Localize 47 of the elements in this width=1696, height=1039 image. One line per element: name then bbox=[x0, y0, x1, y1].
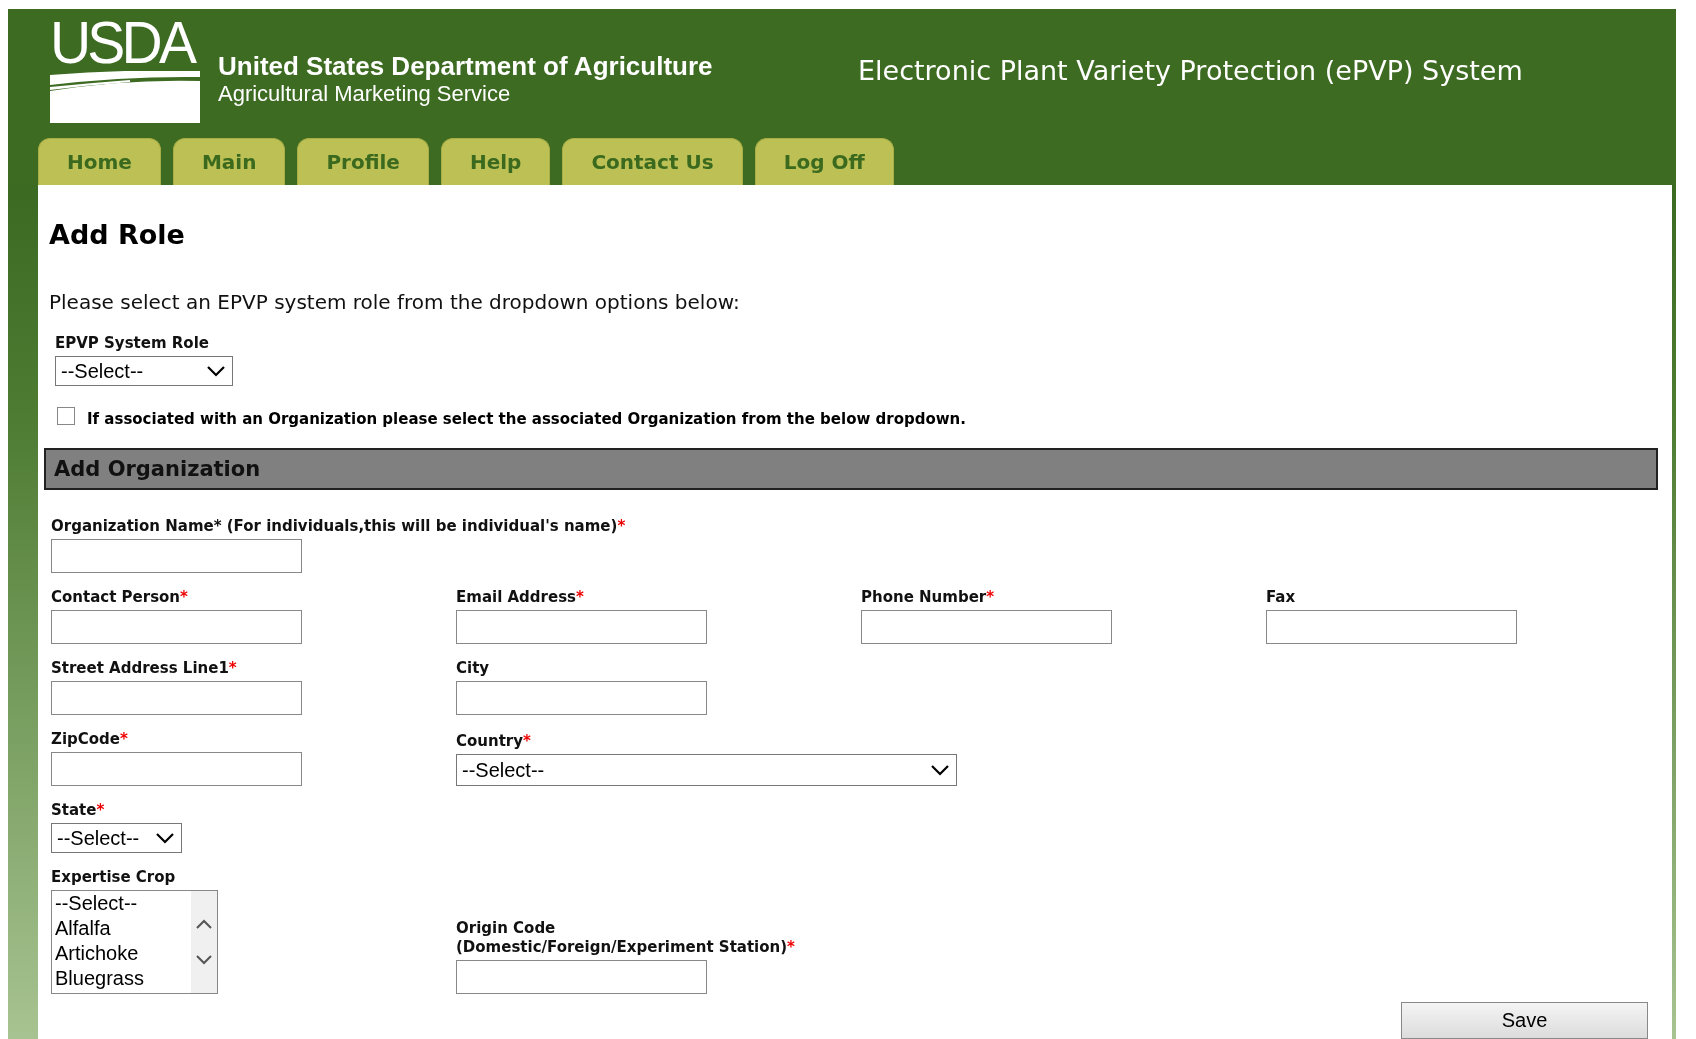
list-box[interactable]: --Select-- Alfalfa Artichoke Bluegrass bbox=[51, 890, 218, 994]
input-field[interactable] bbox=[51, 539, 302, 573]
field-label: ZipCode* bbox=[51, 730, 129, 749]
chevron-down-icon bbox=[195, 954, 213, 966]
chevron-down-icon bbox=[155, 832, 175, 844]
field-label: Contact Person* bbox=[51, 588, 189, 607]
input-field[interactable] bbox=[456, 610, 707, 644]
field-label: Origin Code (Domestic/Foreign/Experiment Station)* bbox=[456, 919, 796, 957]
dropdown[interactable]: --Select-- bbox=[456, 754, 957, 786]
field-label: Expertise Crop bbox=[51, 868, 177, 887]
page-title: Add Role bbox=[49, 219, 186, 250]
field-label: Organization Name* (For individuals,this will be individual's name)* bbox=[51, 517, 627, 536]
input-field[interactable] bbox=[861, 610, 1112, 644]
field-swoosh-icon bbox=[50, 71, 200, 123]
input-field[interactable] bbox=[456, 960, 707, 994]
checkbox-label: If associated with an Organization please select the associated Organization from the below dropdown. bbox=[87, 410, 966, 428]
list-option[interactable]: Alfalfa bbox=[55, 916, 191, 941]
service-name: Agricultural Marketing Service bbox=[218, 81, 512, 107]
field-label: Fax bbox=[1266, 588, 1297, 607]
input-field[interactable] bbox=[1266, 610, 1517, 644]
field-label: State* bbox=[51, 801, 106, 820]
field-label: Country* bbox=[456, 732, 532, 751]
field-label: Street Address Line1* bbox=[51, 659, 238, 678]
field-label: City bbox=[456, 659, 491, 678]
input-field[interactable] bbox=[51, 752, 302, 786]
chevron-down-icon bbox=[930, 764, 950, 776]
system-title: Electronic Plant Variety Protection (ePVP) System bbox=[858, 55, 1523, 86]
agency-name: United States Department of Agriculture bbox=[218, 51, 714, 81]
scrollbar[interactable] bbox=[191, 891, 217, 993]
chevron-down-icon bbox=[206, 365, 226, 377]
input-field[interactable] bbox=[51, 610, 302, 644]
list-option[interactable]: Artichoke bbox=[55, 941, 191, 966]
field-label: Email Address* bbox=[456, 588, 585, 607]
logo-text: USDA bbox=[50, 15, 195, 71]
input-field[interactable] bbox=[51, 681, 302, 715]
checkbox[interactable] bbox=[57, 407, 75, 425]
field-label: Phone Number* bbox=[861, 588, 996, 607]
chevron-up-icon bbox=[195, 918, 213, 930]
section-title: Add Organization bbox=[54, 457, 261, 481]
list-option[interactable]: --Select-- bbox=[55, 891, 191, 916]
dropdown[interactable]: --Select-- bbox=[51, 823, 182, 853]
list-option[interactable]: Bluegrass bbox=[55, 966, 191, 991]
role-dropdown[interactable]: --Select-- bbox=[55, 356, 233, 386]
save-button[interactable]: Save bbox=[1401, 1002, 1648, 1039]
input-field[interactable] bbox=[456, 681, 707, 715]
instruction-text: Please select an EPVP system role from the dropdown options below: bbox=[49, 290, 741, 314]
field-label: EPVP System Role bbox=[55, 334, 210, 352]
